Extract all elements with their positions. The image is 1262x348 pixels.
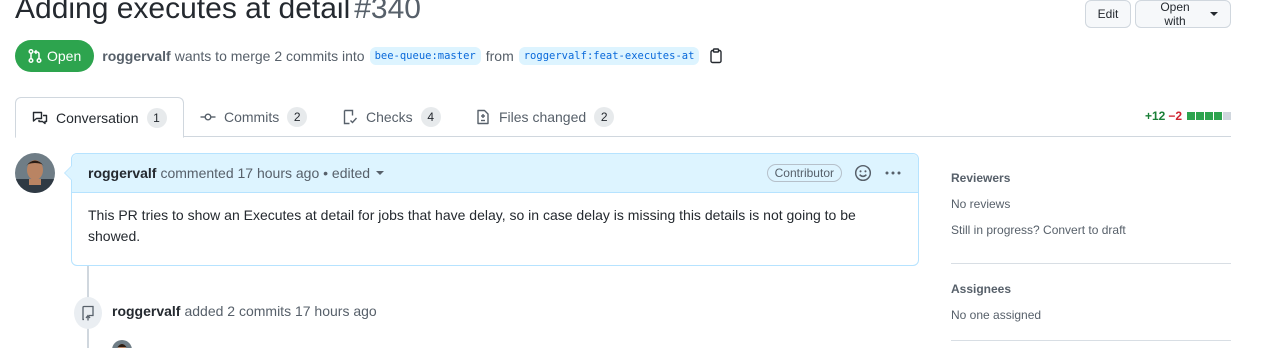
diffstat-block bbox=[1223, 112, 1231, 120]
role-badge: Contributor bbox=[766, 164, 842, 182]
status-badge: Open bbox=[15, 40, 95, 72]
sidebar-divider bbox=[951, 263, 1231, 264]
caret-down-icon bbox=[1210, 12, 1218, 16]
edited-label: • edited bbox=[323, 165, 371, 181]
comment-author[interactable]: roggervalf bbox=[88, 165, 156, 181]
tab-commits[interactable]: Commits 2 bbox=[200, 97, 308, 137]
status-label: Open bbox=[47, 48, 82, 64]
tab-commits-count: 2 bbox=[287, 107, 308, 127]
diffstat: +12 −2 bbox=[1145, 109, 1231, 123]
from-text: from bbox=[485, 48, 514, 64]
comment-time[interactable]: 17 hours ago bbox=[238, 165, 320, 181]
diffstat-block bbox=[1214, 112, 1222, 120]
avatar[interactable] bbox=[15, 153, 55, 193]
author-link[interactable]: roggervalf bbox=[102, 48, 170, 64]
diffstat-additions: +12 bbox=[1144, 109, 1166, 123]
tab-files-changed-count: 2 bbox=[594, 107, 615, 127]
edited-indicator[interactable]: • edited bbox=[323, 165, 370, 181]
diffstat-blocks bbox=[1186, 112, 1231, 120]
repo-push-icon bbox=[74, 297, 102, 329]
diffstat-block bbox=[1196, 112, 1204, 120]
tab-files-changed-label: Files changed bbox=[499, 109, 587, 125]
pr-title-text: Adding executes at detail bbox=[15, 0, 351, 25]
kebab-horizontal-icon[interactable] bbox=[884, 165, 902, 181]
pr-title: Adding executes at detail #340 bbox=[15, 0, 421, 26]
comment-actions: Contributor bbox=[766, 164, 902, 182]
pr-number: #340 bbox=[354, 0, 421, 25]
tab-commits-label: Commits bbox=[224, 109, 280, 125]
assignees-heading[interactable]: Assignees bbox=[951, 282, 1231, 296]
file-diff-icon bbox=[477, 109, 489, 125]
tab-checks-label: Checks bbox=[366, 109, 413, 125]
avatar[interactable] bbox=[112, 340, 132, 348]
tab-checks-count: 4 bbox=[420, 107, 441, 127]
diffstat-deletions: −2 bbox=[1168, 109, 1182, 123]
head-branch[interactable]: roggervalf:feat-executes-at bbox=[518, 47, 700, 65]
base-branch[interactable]: bee-queue:master bbox=[369, 47, 481, 65]
tab-conversation-label: Conversation bbox=[56, 109, 139, 126]
comment-discussion-icon bbox=[32, 111, 48, 124]
caret-down-icon[interactable] bbox=[376, 171, 385, 175]
pr-meta: Open roggervalf wants to merge 2 commits… bbox=[15, 40, 724, 72]
checklist-icon bbox=[343, 109, 358, 125]
smiley-icon[interactable] bbox=[854, 164, 872, 182]
comment-body: This PR tries to show an Executes at det… bbox=[88, 207, 856, 244]
copy-icon[interactable] bbox=[708, 48, 724, 64]
pr-tabs: Conversation 1 Commits 2 Checks 4 Files … bbox=[15, 97, 1231, 138]
tab-files-changed[interactable]: Files changed 2 bbox=[475, 97, 615, 137]
git-commit-icon bbox=[200, 113, 216, 121]
merge-summary: roggervalf wants to merge 2 commits into… bbox=[102, 47, 724, 65]
tab-conversation-count: 1 bbox=[146, 107, 167, 128]
edit-button[interactable]: Edit bbox=[1085, 0, 1131, 28]
reviewers-heading[interactable]: Reviewers bbox=[951, 171, 1231, 185]
reviewers-value: No reviews bbox=[951, 197, 1011, 211]
sidebar-divider bbox=[951, 340, 1231, 341]
event-author[interactable]: roggervalf bbox=[112, 303, 180, 319]
comment-action: commented bbox=[160, 165, 234, 181]
comment-header: roggervalf commented 17 hours ago • edit… bbox=[72, 154, 918, 193]
convert-to-draft-link[interactable]: Still in progress? Convert to draft bbox=[951, 223, 1231, 237]
open-with-label: Open with bbox=[1160, 0, 1190, 28]
assignees-value: No one assigned bbox=[951, 308, 1042, 322]
timeline-event: roggervalf added 2 commits 17 hours ago bbox=[112, 303, 377, 319]
comment-box: roggervalf commented 17 hours ago • edit… bbox=[64, 153, 919, 266]
git-pull-request-icon bbox=[28, 48, 42, 64]
merge-text: wants to merge 2 commits into bbox=[174, 48, 365, 64]
tab-checks[interactable]: Checks 4 bbox=[342, 97, 441, 137]
open-with-button[interactable]: Open with bbox=[1135, 0, 1231, 28]
tab-conversation[interactable]: Conversation 1 bbox=[15, 97, 184, 138]
diffstat-block bbox=[1187, 112, 1195, 120]
event-text: added 2 commits 17 hours ago bbox=[184, 303, 377, 319]
diffstat-block bbox=[1205, 112, 1213, 120]
